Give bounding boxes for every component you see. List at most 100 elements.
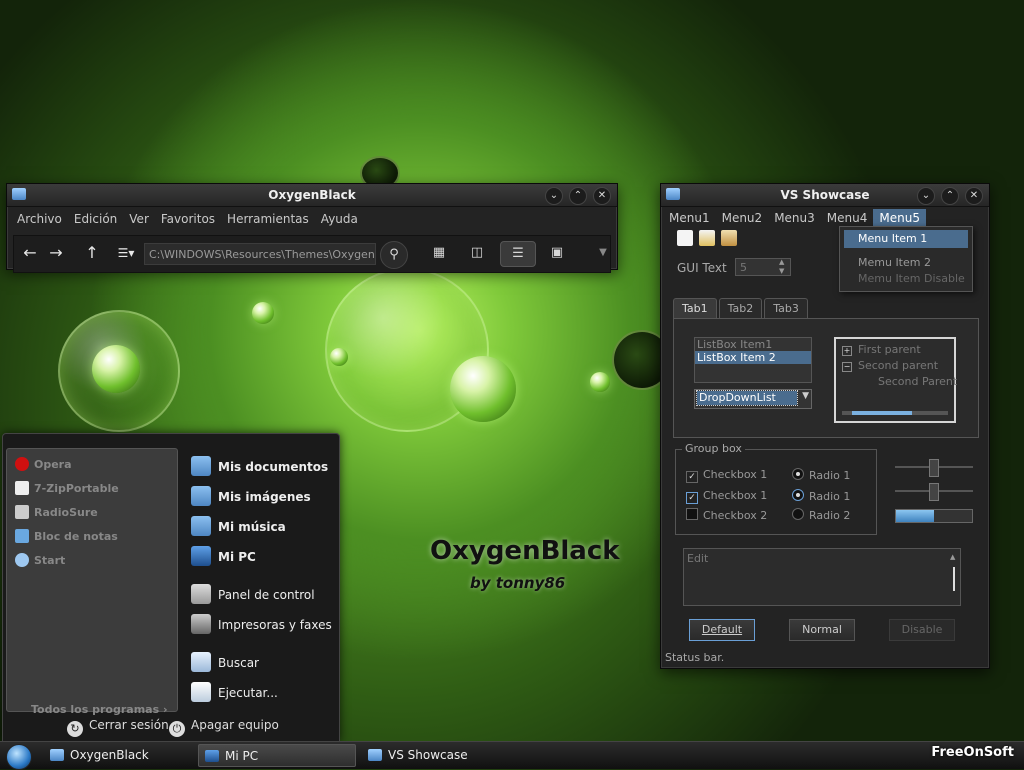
up-arrow-icon[interactable]: ↑ bbox=[80, 241, 104, 265]
start-right-label: Mis documentos bbox=[218, 460, 329, 474]
normal-button[interactable]: Normal bbox=[789, 619, 855, 641]
radio[interactable]: Radio 2 bbox=[792, 508, 850, 522]
radio[interactable]: Radio 1 bbox=[792, 489, 850, 503]
start-run[interactable]: Ejecutar... bbox=[191, 682, 278, 702]
listbox[interactable]: ListBox Item1 ListBox Item 2 bbox=[694, 337, 812, 383]
checkbox[interactable]: Checkbox 2 bbox=[686, 508, 767, 522]
listbox-item[interactable]: ListBox Item1 bbox=[695, 338, 811, 351]
menu-3[interactable]: Menu3 bbox=[768, 209, 821, 227]
explorer-menubar: Archivo Edición Ver Favoritos Herramient… bbox=[7, 207, 617, 231]
taskbar-item-label: OxygenBlack bbox=[70, 748, 149, 762]
tree-item[interactable]: Second Parent bbox=[878, 375, 957, 388]
start-item-7zip[interactable]: 7-ZipPortable bbox=[15, 481, 119, 495]
menu-4[interactable]: Menu4 bbox=[821, 209, 874, 227]
radio-label: Radio 1 bbox=[809, 469, 851, 482]
folder-icon bbox=[50, 749, 64, 761]
start-search[interactable]: Buscar bbox=[191, 652, 259, 672]
explorer-titlebar[interactable]: OxygenBlack ⌄ ⌃ ✕ bbox=[7, 184, 617, 207]
bubble-small-3 bbox=[590, 372, 610, 392]
maximize-icon[interactable]: ⌃ bbox=[941, 187, 959, 205]
maximize-icon[interactable]: ⌃ bbox=[569, 187, 587, 205]
minimize-icon[interactable]: ⌄ bbox=[545, 187, 563, 205]
dropdown-list[interactable]: DropDownList ▼ bbox=[694, 389, 812, 409]
menu-favoritos[interactable]: Favoritos bbox=[155, 210, 221, 228]
view-list-icon[interactable]: ☰ bbox=[500, 241, 536, 267]
menu5-dropdown: Menu Item 1 Memu Item 2 Memu Item Disabl… bbox=[839, 226, 973, 292]
address-bar[interactable]: C:\WINDOWS\Resources\Themes\OxygenBlack bbox=[144, 243, 376, 265]
view-details-icon[interactable]: ▦ bbox=[422, 241, 456, 265]
slider[interactable] bbox=[895, 459, 973, 477]
taskbar-item-mipc[interactable]: Mi PC bbox=[198, 744, 356, 767]
start-item-notepad[interactable]: Bloc de notas bbox=[15, 529, 118, 543]
shutdown-button[interactable]: ⏻ Apagar equipo bbox=[169, 718, 279, 737]
preview-pane-icon[interactable]: ▣ bbox=[540, 241, 574, 265]
edit-textarea[interactable]: Edit ▲ bbox=[683, 548, 961, 606]
edit-icon[interactable] bbox=[699, 230, 715, 246]
close-icon[interactable]: ✕ bbox=[593, 187, 611, 205]
horizontal-scrollbar[interactable] bbox=[842, 411, 948, 415]
start-mis-imagenes[interactable]: Mis imágenes bbox=[191, 486, 311, 506]
back-arrow-icon[interactable]: ← bbox=[18, 241, 42, 265]
start-app-icon bbox=[15, 553, 29, 567]
taskbar-item-vsshowcase[interactable]: VS Showcase bbox=[362, 744, 516, 767]
tree-view-icon[interactable]: ☰▾ bbox=[114, 241, 138, 265]
vs-titlebar[interactable]: VS Showcase ⌄ ⌃ ✕ bbox=[661, 184, 989, 207]
slider-thumb[interactable] bbox=[929, 459, 939, 477]
tree-view[interactable]: + First parent − Second parent Second Pare… bbox=[834, 337, 957, 423]
spin-arrows-icon[interactable]: ▲ ▼ bbox=[779, 258, 784, 276]
scroll-thumb[interactable] bbox=[852, 411, 912, 415]
radio[interactable]: Radio 1 bbox=[792, 468, 850, 482]
close-icon[interactable]: ✕ bbox=[965, 187, 983, 205]
menu-ayuda[interactable]: Ayuda bbox=[315, 210, 364, 228]
all-programs-label: Todos los programas bbox=[31, 703, 160, 716]
menu-5[interactable]: Menu5 bbox=[873, 209, 926, 227]
collapse-icon[interactable]: − bbox=[842, 362, 852, 372]
menu-2[interactable]: Menu2 bbox=[716, 209, 769, 227]
checkbox[interactable]: ✓ Checkbox 1 bbox=[686, 489, 767, 504]
scroll-thumb[interactable] bbox=[953, 567, 955, 591]
tab-1[interactable]: Tab1 bbox=[673, 298, 717, 320]
logoff-button[interactable]: ↻ Cerrar sesión bbox=[67, 718, 169, 737]
start-mis-documentos[interactable]: Mis documentos bbox=[191, 456, 328, 476]
start-item-start[interactable]: Start bbox=[15, 553, 65, 567]
taskbar-item-oxygenblack[interactable]: OxygenBlack bbox=[44, 744, 194, 767]
slider-thumb[interactable] bbox=[929, 483, 939, 501]
paste-icon[interactable] bbox=[721, 230, 737, 246]
menu-edicion[interactable]: Edición bbox=[68, 210, 123, 228]
view-thumbnails-icon[interactable]: ◫ bbox=[460, 241, 494, 265]
start-mi-musica[interactable]: Mi música bbox=[191, 516, 286, 536]
chevron-down-icon[interactable]: ▼ bbox=[802, 391, 809, 401]
start-right-label: Ejecutar... bbox=[218, 686, 278, 700]
tab-2[interactable]: Tab2 bbox=[718, 298, 763, 320]
slider[interactable] bbox=[895, 483, 973, 501]
forward-arrow-icon[interactable]: → bbox=[44, 241, 68, 265]
start-panel-control[interactable]: Panel de control bbox=[191, 584, 315, 604]
menu-herramientas[interactable]: Herramientas bbox=[221, 210, 315, 228]
menu-1[interactable]: Menu1 bbox=[663, 209, 716, 227]
expand-icon[interactable]: + bbox=[842, 346, 852, 356]
tree-item[interactable]: + First parent bbox=[842, 343, 921, 356]
taskbar-item-label: Mi PC bbox=[225, 749, 259, 763]
start-item-opera[interactable]: Opera bbox=[15, 457, 72, 471]
tab-3[interactable]: Tab3 bbox=[764, 298, 808, 320]
group-box-title: Group box bbox=[682, 442, 745, 455]
start-printers[interactable]: Impresoras y faxes bbox=[191, 614, 332, 634]
menu-item-disabled: Memu Item Disable bbox=[858, 272, 965, 285]
all-programs[interactable]: Todos los programas › bbox=[31, 703, 168, 716]
minimize-icon[interactable]: ⌄ bbox=[917, 187, 935, 205]
start-orb-icon[interactable] bbox=[6, 744, 32, 770]
start-item-radiosure[interactable]: RadioSure bbox=[15, 505, 98, 519]
menu-archivo[interactable]: Archivo bbox=[11, 210, 68, 228]
menu-item-1[interactable]: Menu Item 1 bbox=[844, 230, 968, 248]
checkbox[interactable]: ✓ Checkbox 1 bbox=[686, 468, 767, 483]
start-mi-pc[interactable]: Mi PC bbox=[191, 546, 256, 566]
bubble-left-core bbox=[92, 345, 140, 393]
menu-ver[interactable]: Ver bbox=[123, 210, 155, 228]
status-bar: Status bar. bbox=[665, 651, 725, 664]
new-file-icon[interactable] bbox=[677, 230, 693, 246]
search-icon[interactable]: ⚲ bbox=[380, 241, 408, 269]
default-button[interactable]: Default bbox=[689, 619, 755, 641]
listbox-item[interactable]: ListBox Item 2 bbox=[695, 351, 811, 364]
tree-item[interactable]: − Second parent bbox=[842, 359, 938, 372]
chevron-down-icon[interactable]: ▼ bbox=[586, 241, 620, 265]
